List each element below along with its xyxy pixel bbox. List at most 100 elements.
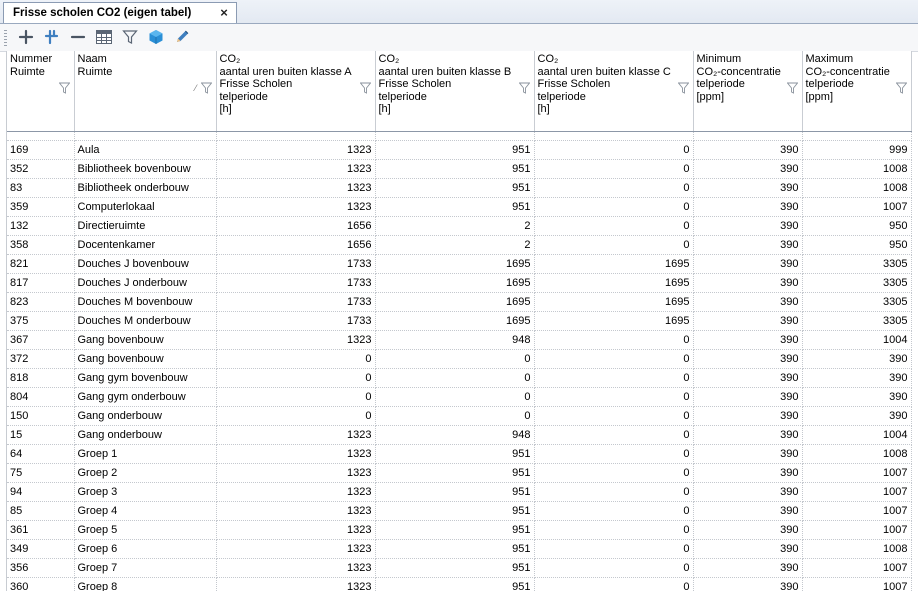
cell-value[interactable]: 1323 <box>216 330 376 350</box>
cell-value[interactable]: 390 <box>802 368 912 388</box>
cell-naam[interactable]: Gang onderbouw <box>74 425 217 445</box>
cell-value[interactable]: 951 <box>375 197 535 217</box>
cell-naam[interactable]: Aula <box>74 140 217 160</box>
cell-nummer[interactable]: 352 <box>7 159 75 179</box>
cell-nummer[interactable]: 372 <box>7 349 75 369</box>
column-filter-icon[interactable] <box>895 82 907 94</box>
table-row[interactable]: 804 Gang gym onderbouw 0 0 0 390 390 <box>7 387 912 407</box>
cell-value[interactable]: 3305 <box>802 254 912 274</box>
cell-value[interactable]: 390 <box>693 254 803 274</box>
cell-value[interactable]: 951 <box>375 539 535 559</box>
cell-naam[interactable]: Douches J onderbouw <box>74 273 217 293</box>
cell-value[interactable]: 390 <box>693 387 803 407</box>
table-row[interactable]: 818 Gang gym bovenbouw 0 0 0 390 390 <box>7 368 912 388</box>
cell-value[interactable]: 951 <box>375 558 535 578</box>
cell-value[interactable]: 390 <box>693 444 803 464</box>
cell-value[interactable]: 390 <box>693 558 803 578</box>
cell-value[interactable]: 0 <box>216 349 376 369</box>
table-row[interactable]: 823 Douches M bovenbouw 1733 1695 1695 390 330… <box>7 292 912 312</box>
cell-naam[interactable]: Douches M bovenbouw <box>74 292 217 312</box>
cell-value[interactable]: 390 <box>693 520 803 540</box>
cell-nummer[interactable]: 818 <box>7 368 75 388</box>
cell-naam[interactable]: Groep 8 <box>74 577 217 591</box>
cell-nummer[interactable]: 150 <box>7 406 75 426</box>
cell-nummer[interactable]: 356 <box>7 558 75 578</box>
cell-value[interactable]: 0 <box>534 463 694 483</box>
cell-nummer[interactable]: 360 <box>7 577 75 591</box>
cell-value[interactable]: 1008 <box>802 159 912 179</box>
cell-value[interactable]: 1323 <box>216 444 376 464</box>
cell-value[interactable]: 0 <box>216 406 376 426</box>
cell-naam[interactable]: Gang bovenbouw <box>74 349 217 369</box>
table-row[interactable]: 75 Groep 2 1323 951 0 390 1007 <box>7 463 912 483</box>
cell-value[interactable]: 0 <box>216 387 376 407</box>
cell-value[interactable]: 1733 <box>216 254 376 274</box>
cell-value[interactable]: 951 <box>375 444 535 464</box>
cell-naam[interactable]: Douches J bovenbouw <box>74 254 217 274</box>
cell-naam[interactable]: Gang onderbouw <box>74 406 217 426</box>
cell-nummer[interactable]: 359 <box>7 197 75 217</box>
cell-value[interactable]: 948 <box>375 330 535 350</box>
cell-nummer[interactable]: 349 <box>7 539 75 559</box>
cell-nummer[interactable]: 64 <box>7 444 75 464</box>
cell-naam[interactable]: Groep 1 <box>74 444 217 464</box>
cell-value[interactable]: 948 <box>375 425 535 445</box>
cell-nummer[interactable]: 85 <box>7 501 75 521</box>
cell-value[interactable]: 1004 <box>802 330 912 350</box>
cell-value[interactable]: 1733 <box>216 273 376 293</box>
table-row[interactable]: 132 Directieruimte 1656 2 0 390 950 <box>7 216 912 236</box>
cell-value[interactable]: 0 <box>534 482 694 502</box>
cell-value[interactable]: 0 <box>534 349 694 369</box>
cell-value[interactable]: 390 <box>693 216 803 236</box>
column-filter-icon[interactable] <box>359 82 371 94</box>
cell-value[interactable]: 1007 <box>802 197 912 217</box>
table-row[interactable]: 15 Gang onderbouw 1323 948 0 390 1004 <box>7 425 912 445</box>
table-row[interactable]: 83 Bibliotheek onderbouw 1323 951 0 390 1008 <box>7 178 912 198</box>
cell-nummer[interactable]: 375 <box>7 311 75 331</box>
cell-nummer[interactable]: 804 <box>7 387 75 407</box>
table-row[interactable]: 817 Douches J onderbouw 1733 1695 1695 390 330… <box>7 273 912 293</box>
cell-value[interactable]: 0 <box>534 577 694 591</box>
cell-naam[interactable]: Groep 6 <box>74 539 217 559</box>
cell-value[interactable]: 1323 <box>216 577 376 591</box>
column-filter-icon[interactable] <box>518 82 530 94</box>
cell-value[interactable]: 1323 <box>216 178 376 198</box>
cell-nummer[interactable]: 169 <box>7 140 75 160</box>
cell-value[interactable]: 951 <box>375 463 535 483</box>
cell-value[interactable]: 950 <box>802 235 912 255</box>
table-row[interactable]: 85 Groep 4 1323 951 0 390 1007 <box>7 501 912 521</box>
table-row[interactable]: 821 Douches J bovenbouw 1733 1695 1695 390 330… <box>7 254 912 274</box>
cell-value[interactable]: 390 <box>693 463 803 483</box>
cell-value[interactable]: 1656 <box>216 235 376 255</box>
cell-value[interactable]: 1695 <box>375 311 535 331</box>
cell-value[interactable]: 0 <box>534 558 694 578</box>
cell-value[interactable]: 390 <box>693 140 803 160</box>
cell-value[interactable]: 390 <box>693 425 803 445</box>
cell-nummer[interactable]: 75 <box>7 463 75 483</box>
cell-value[interactable]: 1323 <box>216 425 376 445</box>
cell-value[interactable]: 951 <box>375 140 535 160</box>
column-header-maximum[interactable]: Maximum CO₂-concentratie telperiode [ppm] <box>802 51 912 132</box>
cell-value[interactable]: 1323 <box>216 463 376 483</box>
cell-value[interactable]: 1323 <box>216 159 376 179</box>
tab-frisse-scholen[interactable]: Frisse scholen CO2 (eigen tabel) × <box>3 2 237 23</box>
table-row[interactable]: 359 Computerlokaal 1323 951 0 390 1007 <box>7 197 912 217</box>
cell-value[interactable]: 390 <box>802 387 912 407</box>
cell-value[interactable]: 0 <box>375 349 535 369</box>
cell-value[interactable]: 1323 <box>216 140 376 160</box>
cell-nummer[interactable]: 358 <box>7 235 75 255</box>
tab-close-button[interactable]: × <box>217 6 231 20</box>
add-multiple-icon[interactable] <box>42 27 62 47</box>
cell-value[interactable]: 1733 <box>216 292 376 312</box>
cell-value[interactable]: 3305 <box>802 311 912 331</box>
table-row[interactable]: 360 Groep 8 1323 951 0 390 1007 <box>7 577 912 591</box>
data-grid[interactable]: Nummer Ruimte Naam Ruimte ⁄ CO₂ aantal uren … <box>6 51 918 591</box>
cell-value[interactable]: 390 <box>693 406 803 426</box>
cell-naam[interactable]: Groep 5 <box>74 520 217 540</box>
cell-value[interactable]: 0 <box>534 501 694 521</box>
cell-naam[interactable]: Bibliotheek onderbouw <box>74 178 217 198</box>
cell-value[interactable]: 390 <box>693 178 803 198</box>
table-row[interactable]: 150 Gang onderbouw 0 0 0 390 390 <box>7 406 912 426</box>
filter-icon[interactable] <box>120 27 140 47</box>
cell-value[interactable]: 0 <box>534 197 694 217</box>
